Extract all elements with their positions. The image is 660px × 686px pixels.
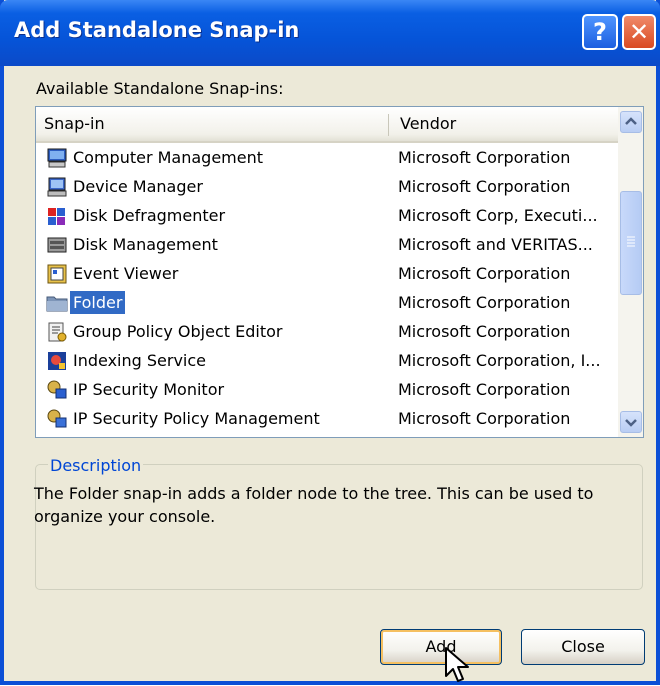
snapin-vendor: Microsoft Corporation — [398, 380, 571, 399]
grip-icon — [627, 236, 635, 247]
dialog-body: Available Standalone Snap-ins: Snap-in V… — [8, 66, 656, 682]
snapin-vendor: Microsoft Corporation — [398, 264, 571, 283]
available-snapins-label: Available Standalone Snap-ins: — [36, 79, 284, 98]
mouse-cursor-icon — [445, 647, 469, 682]
column-header-vendor[interactable]: Vendor — [400, 107, 456, 141]
window-title: Add Standalone Snap-in — [14, 18, 300, 42]
snapin-name: Indexing Service — [73, 351, 207, 370]
help-icon: ? — [593, 18, 607, 46]
folder-icon — [46, 292, 68, 314]
snapin-name: Disk Management — [73, 235, 218, 254]
title-bar[interactable]: Add Standalone Snap-in ? ✕ — [0, 0, 660, 66]
chevron-up-icon — [625, 117, 637, 125]
computer-management-icon — [46, 147, 68, 169]
list-item[interactable]: Group Policy Object Editor Microsoft Corp… — [36, 317, 618, 346]
snapin-vendor: Microsoft Corp, Executi... — [398, 206, 598, 225]
indexing-service-icon — [46, 350, 68, 372]
snapin-vendor: Microsoft Corporation — [398, 177, 571, 196]
list-header: Snap-in Vendor — [36, 107, 618, 143]
disk-management-icon — [46, 234, 68, 256]
list-item[interactable]: Device Manager Microsoft Corporation — [36, 172, 618, 201]
scroll-thumb[interactable] — [620, 191, 642, 295]
snapin-name: IP Security Monitor — [73, 380, 225, 399]
snapin-name: Event Viewer — [73, 264, 179, 283]
column-header-snapin[interactable]: Snap-in — [44, 107, 105, 141]
close-icon: ✕ — [628, 18, 650, 46]
disk-defragmenter-icon — [46, 205, 68, 227]
snapin-name: Computer Management — [73, 148, 264, 167]
list-item[interactable]: Disk Management Microsoft and VERITAS... — [36, 230, 618, 259]
list-item[interactable]: Indexing Service Microsoft Corporation, I… — [36, 346, 618, 375]
snapin-vendor: Microsoft Corporation — [398, 409, 571, 428]
list-item[interactable]: IP Security Policy Management Microsoft C… — [36, 404, 618, 433]
snapin-vendor: Microsoft Corporation — [398, 148, 571, 167]
add-button[interactable]: Add — [380, 629, 502, 665]
vertical-scrollbar[interactable] — [618, 107, 643, 437]
snapin-name: Folder — [70, 291, 126, 314]
close-button[interactable]: Close — [521, 629, 645, 665]
snapin-name: Group Policy Object Editor — [73, 322, 283, 341]
list-item[interactable]: IP Security Monitor Microsoft Corporation — [36, 375, 618, 404]
snapin-vendor: Microsoft and VERITAS... — [398, 235, 593, 254]
group-policy-icon — [46, 321, 68, 343]
snapin-vendor: Microsoft Corporation — [398, 293, 571, 312]
title-close-button[interactable]: ✕ — [622, 14, 656, 50]
list-item[interactable]: Computer Management Microsoft Corporation — [36, 143, 618, 172]
column-separator[interactable] — [388, 114, 389, 136]
snapin-name: Device Manager — [73, 177, 203, 196]
scroll-down-button[interactable] — [620, 411, 642, 433]
description-text: The Folder snap-in adds a folder node to… — [34, 484, 594, 526]
ip-security-monitor-icon — [46, 379, 68, 401]
dialog-window: Add Standalone Snap-in ? ✕ Available Sta… — [0, 0, 660, 685]
ip-security-policy-icon — [46, 408, 68, 430]
chevron-down-icon — [625, 419, 637, 427]
scroll-up-button[interactable] — [620, 111, 642, 133]
snapin-name: IP Security Policy Management — [73, 409, 320, 428]
help-button[interactable]: ? — [582, 14, 618, 50]
snapin-vendor: Microsoft Corporation — [398, 322, 571, 341]
snapin-list[interactable]: Snap-in Vendor Computer Management Micros… — [35, 106, 644, 438]
device-manager-icon — [46, 176, 68, 198]
event-viewer-icon — [46, 263, 68, 285]
snapin-vendor: Microsoft Corporation, I... — [398, 351, 601, 370]
snapin-name: Disk Defragmenter — [73, 206, 226, 225]
description-legend: Description — [48, 456, 144, 475]
list-item[interactable]: Folder Microsoft Corporation — [36, 288, 618, 317]
list-item[interactable]: Disk Defragmenter Microsoft Corp, Executi… — [36, 201, 618, 230]
list-item[interactable]: Event Viewer Microsoft Corporation — [36, 259, 618, 288]
